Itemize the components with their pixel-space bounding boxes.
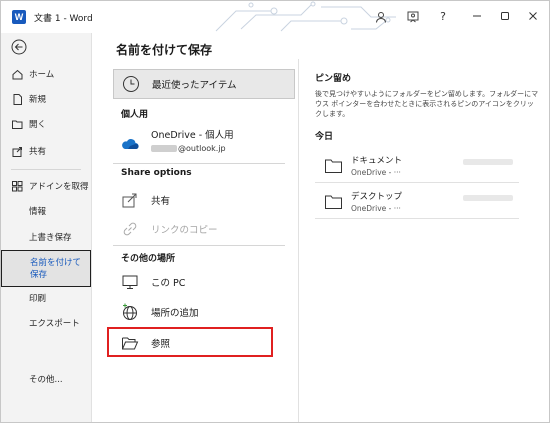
share-icon bbox=[12, 146, 22, 157]
share-person-icon[interactable] bbox=[403, 8, 423, 26]
nav-get-addins-label: アドインを取得 bbox=[29, 182, 89, 192]
share-arrow-icon bbox=[122, 193, 137, 208]
pc-icon bbox=[122, 275, 138, 289]
nav-info-label: 情報 bbox=[29, 207, 47, 217]
user-icon[interactable] bbox=[371, 8, 391, 26]
onedrive-email-row: @outlook.jp bbox=[151, 144, 234, 153]
globe-add-icon bbox=[123, 303, 137, 320]
copy-link-location[interactable]: リンクのコピー bbox=[113, 215, 285, 243]
help-icon[interactable]: ? bbox=[433, 8, 453, 26]
redacted-username bbox=[151, 145, 177, 152]
recent-folder-row[interactable]: ドキュメント OneDrive - ··· bbox=[315, 149, 519, 183]
folder-name: ドキュメント bbox=[351, 156, 403, 166]
close-icon[interactable] bbox=[523, 8, 543, 26]
nav-export[interactable]: エクスポート bbox=[1, 312, 91, 334]
recent-folder-row[interactable]: デスクトップ OneDrive - ··· bbox=[315, 185, 519, 219]
nav-more-label: その他... bbox=[29, 375, 63, 385]
add-place-location[interactable]: 場所の追加 bbox=[113, 298, 285, 326]
pane-divider bbox=[298, 59, 299, 422]
pinned-heading: ピン留め bbox=[315, 74, 352, 84]
recent-items-label: 最近使ったアイテム bbox=[152, 80, 237, 91]
onedrive-personal-location[interactable]: OneDrive - 個人用 @outlook.jp bbox=[113, 127, 285, 161]
browse-highlight-box bbox=[107, 327, 273, 357]
copy-link-label: リンクのコピー bbox=[151, 225, 218, 236]
folder-icon bbox=[325, 195, 342, 209]
folder-path: OneDrive - ··· bbox=[351, 168, 401, 177]
onedrive-text: OneDrive - 個人用 @outlook.jp bbox=[151, 127, 234, 153]
clock-icon bbox=[123, 76, 139, 92]
this-pc-label: この PC bbox=[151, 278, 186, 289]
word-app-icon: W bbox=[12, 10, 26, 24]
section-separator bbox=[113, 163, 285, 164]
personal-section-heading: 個人用 bbox=[121, 110, 149, 120]
nav-save-as-label: 名前を付けて保存 bbox=[30, 257, 82, 280]
nav-more[interactable]: その他... bbox=[1, 368, 91, 390]
nav-print-label: 印刷 bbox=[29, 294, 47, 304]
home-icon bbox=[12, 69, 23, 79]
recent-items-button[interactable]: 最近使ったアイテム bbox=[113, 69, 295, 99]
link-icon bbox=[123, 222, 137, 236]
add-place-label: 場所の追加 bbox=[151, 308, 199, 319]
page-title: 名前を付けて保存 bbox=[116, 43, 213, 57]
back-arrow-icon[interactable] bbox=[11, 39, 27, 55]
share-label: 共有 bbox=[151, 196, 171, 207]
other-locations-heading: その他の場所 bbox=[121, 254, 176, 264]
share-location[interactable]: 共有 bbox=[113, 186, 285, 214]
nav-open-label: 開く bbox=[29, 120, 47, 130]
folder-icon bbox=[325, 159, 342, 173]
nav-share[interactable]: 共有 bbox=[1, 140, 91, 162]
nav-save[interactable]: 上書き保存 bbox=[1, 226, 91, 248]
nav-print[interactable]: 印刷 bbox=[1, 287, 91, 309]
folder-open-icon bbox=[12, 120, 23, 129]
nav-separator bbox=[11, 169, 81, 170]
folder-path: OneDrive - ··· bbox=[351, 204, 401, 213]
this-pc-location[interactable]: この PC bbox=[113, 268, 285, 296]
backstage-nav: ホーム 新規 開く 共有 アドインを取得 情報 上書き保存 名前を付けて保存 印… bbox=[1, 33, 92, 422]
redacted-folder-date bbox=[463, 159, 513, 165]
onedrive-name: OneDrive - 個人用 bbox=[151, 130, 234, 141]
nav-save-as[interactable]: 名前を付けて保存 bbox=[1, 250, 91, 287]
word-backstage-window: W 文書 1 - Word ? ホーム 新規 開く 共有 アドインを取得 情報 … bbox=[0, 0, 550, 423]
section-separator bbox=[113, 245, 285, 246]
today-heading: 今日 bbox=[315, 132, 334, 142]
nav-export-label: エクスポート bbox=[29, 319, 80, 329]
minimize-icon[interactable] bbox=[467, 8, 487, 26]
new-document-icon bbox=[13, 93, 22, 105]
addin-icon bbox=[12, 180, 23, 191]
title-bar: W 文書 1 - Word ? bbox=[1, 1, 549, 33]
restore-icon[interactable] bbox=[495, 8, 515, 26]
nav-new[interactable]: 新規 bbox=[1, 88, 91, 110]
document-title: 文書 1 - Word bbox=[34, 14, 93, 24]
folder-name: デスクトップ bbox=[351, 192, 403, 202]
pinned-description: 後で見つけやすいようにフォルダーをピン留めします。フォルダーにマウス ポインター… bbox=[315, 90, 539, 118]
share-options-heading: Share options bbox=[121, 168, 192, 178]
nav-share-label: 共有 bbox=[29, 147, 47, 157]
nav-new-label: 新規 bbox=[29, 95, 47, 105]
nav-home-label: ホーム bbox=[29, 70, 55, 80]
nav-home[interactable]: ホーム bbox=[1, 63, 91, 85]
redacted-folder-date bbox=[463, 195, 513, 201]
onedrive-email: @outlook.jp bbox=[178, 144, 226, 153]
nav-save-label: 上書き保存 bbox=[29, 233, 72, 243]
nav-get-addins[interactable]: アドインを取得 bbox=[1, 175, 91, 197]
nav-info[interactable]: 情報 bbox=[1, 200, 91, 222]
onedrive-cloud-icon bbox=[122, 139, 139, 149]
nav-open[interactable]: 開く bbox=[1, 113, 91, 135]
